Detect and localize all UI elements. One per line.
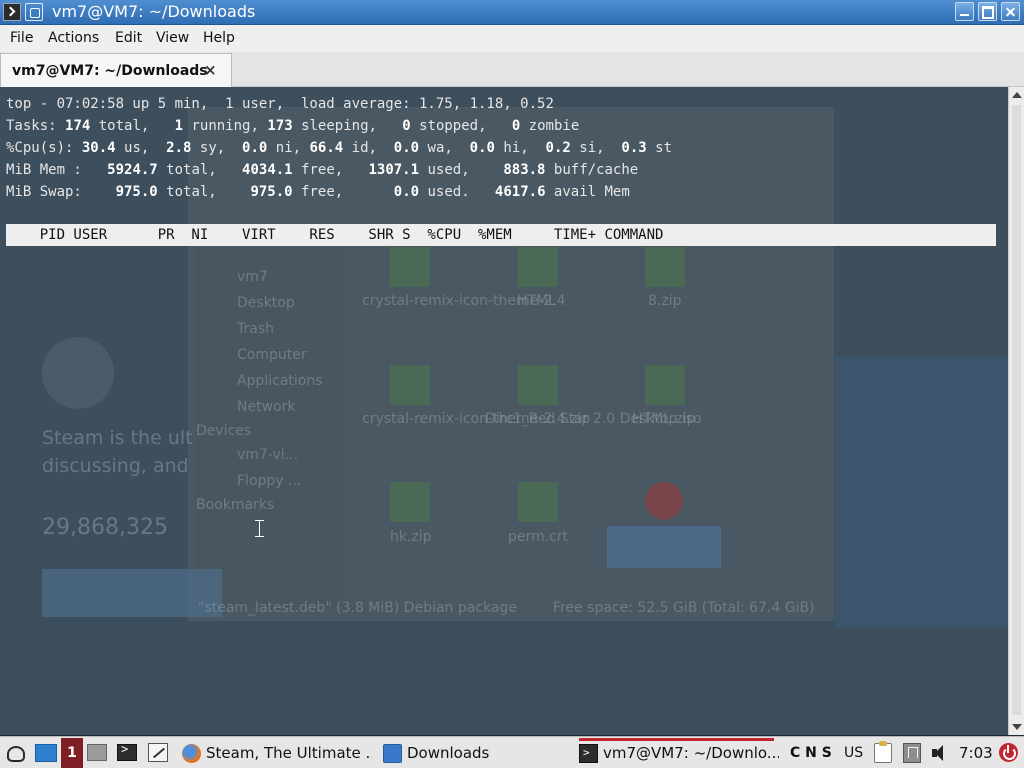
ghost-sidebar-item: Desktop (237, 295, 295, 311)
task-steam-firefox[interactable]: Steam, The Ultimate ... (182, 738, 372, 768)
ghost-selected-file (607, 526, 721, 568)
tab-bar: vm7@VM7: ~/Downloads × (0, 52, 1024, 87)
ghost-sidebar-heading: Devices (196, 423, 252, 439)
application-menu-icon[interactable] (4, 742, 26, 764)
mem-line: MiB Mem : 5924.7 total, 4034.1 free, 130… (6, 162, 639, 178)
ghost-file-label: hk.zip (390, 529, 432, 545)
power-icon[interactable] (999, 743, 1018, 762)
tab-downloads[interactable]: vm7@VM7: ~/Downloads × (0, 53, 232, 87)
clock[interactable]: 7:03 (959, 744, 993, 762)
tasks-line: Tasks: 174 total, 1 running, 173 sleepin… (6, 118, 580, 134)
text-editor-launcher-icon[interactable] (148, 743, 168, 762)
firefox-icon (182, 744, 201, 763)
ghost-steam-count: 29,868,325 (42, 515, 168, 540)
ghost-sidebar-item: Network (237, 399, 296, 415)
tasks-total: 174 (65, 118, 91, 134)
menu-actions[interactable]: Actions (48, 30, 99, 47)
ghost-file-label: HTML.zip (632, 411, 696, 427)
ghost-file-icon (390, 482, 430, 522)
tasks-zombie: 0 (511, 118, 521, 134)
ghost-file-label: HTML (517, 293, 556, 309)
tasks-running: 1 (174, 118, 184, 134)
task-terminal[interactable]: vm7@VM7: ~/Downlo... (579, 738, 779, 768)
ghost-file-icon (518, 365, 558, 405)
ghost-sidebar-item: vm7-vi... (237, 447, 299, 463)
ghost-status-text: "steam_latest.deb" (3.8 MiB) Debian pack… (198, 600, 517, 616)
maximize-button[interactable] (978, 2, 997, 21)
menubar: File Actions Edit View Help (0, 25, 1024, 52)
top-uptime-line: top - 07:02:58 up 5 min, 1 user, load av… (6, 96, 554, 112)
ghost-steam-logo (42, 337, 114, 409)
ghost-file-label: perm.crt (508, 529, 569, 545)
ghost-file-label: crystal-remix-icon-theme-2.4.zip (362, 411, 591, 427)
workspace-button[interactable]: 1 (61, 738, 83, 768)
top-summary: top - 07:02:58 up 5 min, 1 user, load av… (6, 93, 672, 203)
process-table-header: PID USER PR NI VIRT RES SHR S %CPU %MEM … (6, 224, 996, 246)
scroll-down-arrow-icon[interactable] (1012, 724, 1022, 730)
menu-edit[interactable]: Edit (115, 30, 142, 47)
scroll-up-arrow-icon[interactable] (1012, 92, 1022, 98)
tab-close-icon[interactable]: × (204, 61, 217, 79)
terminal-view[interactable]: Steam is the ult discussing, and 29,868,… (0, 87, 1008, 735)
window-title: vm7@VM7: ~/Downloads (52, 2, 256, 21)
ghost-steam-tagline: Steam is the ult (42, 427, 193, 449)
ghost-file-manager-sidebar (196, 247, 346, 607)
terminal-launcher-icon[interactable] (117, 742, 137, 761)
swap-line: MiB Swap: 975.0 total, 975.0 free, 0.0 u… (6, 184, 630, 200)
ghost-file-icon (645, 247, 685, 287)
window-titlebar[interactable]: vm7@VM7: ~/Downloads (0, 0, 1024, 25)
window-menu-icon[interactable] (25, 3, 43, 21)
ghost-file-icon (390, 365, 430, 405)
tab-label: vm7@VM7: ~/Downloads (12, 63, 208, 79)
text-cursor-icon (255, 520, 264, 537)
cpu-line: %Cpu(s): 30.4 us, 2.8 sy, 0.0 ni, 66.4 i… (6, 140, 673, 156)
task-label: Steam, The Ultimate ... (206, 744, 372, 762)
keyboard-layout[interactable]: US (844, 745, 863, 761)
ghost-file-icon (518, 482, 558, 522)
ghost-sidebar-item: vm7 (237, 269, 268, 285)
ghost-file-icon (645, 365, 685, 405)
taskbar: 1 Steam, The Ultimate ... Downloads vm7@… (0, 736, 1024, 768)
task-downloads-folder[interactable]: Downloads (383, 738, 533, 768)
volume-icon[interactable] (930, 743, 948, 763)
ghost-free-space: Free space: 52.5 GiB (Total: 67.4 GiB) (553, 600, 815, 616)
ghost-file-icon (518, 247, 558, 287)
ghost-steam-install-button (42, 569, 222, 617)
ghost-sidebar-item: Floppy ... (237, 473, 302, 489)
ghost-file-label: 8.zip (648, 293, 682, 309)
tasks-stopped: 0 (402, 118, 411, 134)
ghost-sidebar-heading: Bookmarks (196, 497, 275, 513)
ghost-sidebar-item: Computer (237, 347, 307, 363)
terminal-app-icon[interactable] (3, 3, 21, 21)
menu-file[interactable]: File (10, 30, 33, 47)
ghost-steam-tagline: discussing, and (42, 455, 189, 477)
close-button[interactable] (1001, 2, 1020, 21)
ghost-file-label: crystal-remix-icon-theme-2.4 (362, 293, 566, 309)
terminal-icon (579, 738, 598, 768)
ghost-file-icon (390, 247, 430, 287)
ghost-deb-icon (645, 482, 683, 520)
tasks-sleeping: 173 (267, 118, 293, 134)
terminal-scrollbar[interactable] (1008, 87, 1024, 735)
clipboard-icon[interactable] (874, 741, 892, 763)
scroll-track[interactable] (1012, 105, 1021, 715)
task-label: vm7@VM7: ~/Downlo... (603, 744, 779, 762)
menu-view[interactable]: View (156, 30, 189, 47)
menu-help[interactable]: Help (203, 30, 235, 47)
task-label: Downloads (407, 744, 490, 762)
ghost-steam-panel (835, 357, 1008, 627)
ghost-sidebar-item: Applications (237, 373, 323, 389)
network-icon[interactable] (903, 743, 921, 763)
ghost-file-label: Dirc1_Red Star 2.0 Desktop.iso (485, 411, 702, 427)
folder-icon (383, 744, 402, 763)
show-desktop-icon[interactable] (35, 744, 57, 762)
minimize-button[interactable] (955, 2, 974, 21)
ghost-sidebar-item: Trash (237, 321, 274, 337)
lock-indicators: C N S (790, 745, 832, 761)
file-manager-launcher-icon[interactable] (87, 744, 107, 761)
